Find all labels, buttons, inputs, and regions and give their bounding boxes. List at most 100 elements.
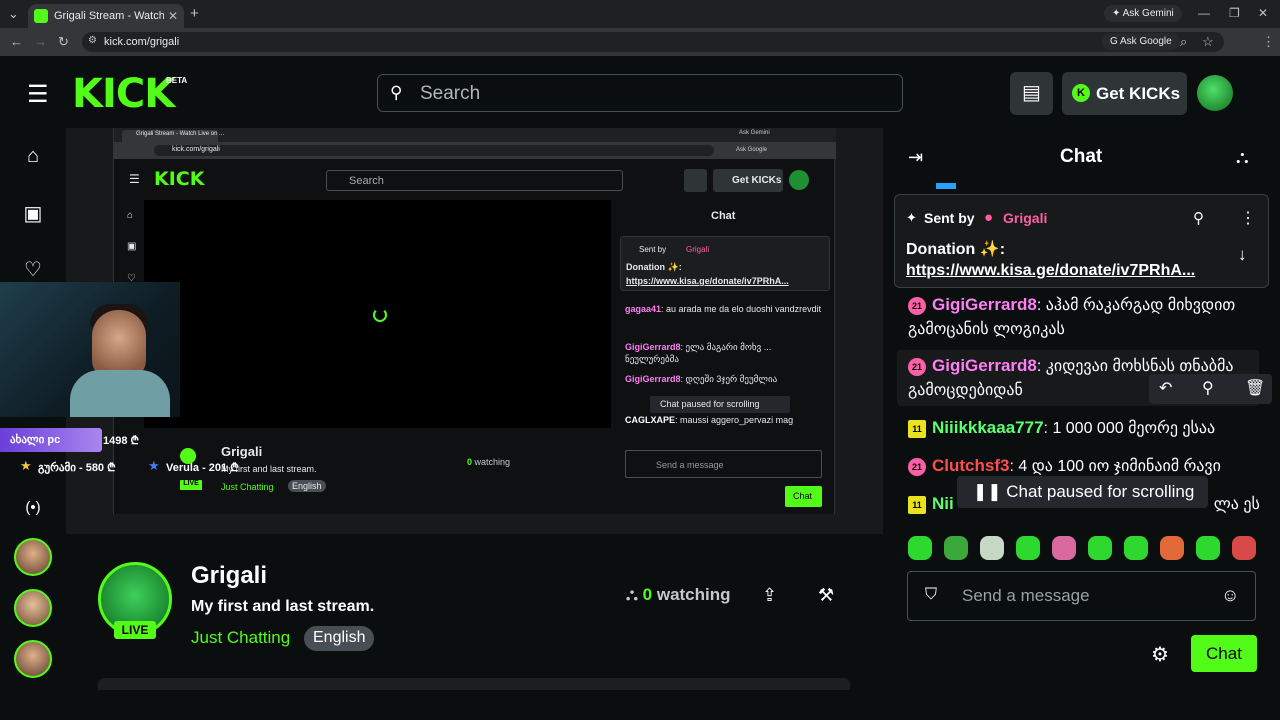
emote[interactable] — [980, 536, 1004, 560]
mini-store-button — [684, 169, 707, 192]
search-icon: ⚲ — [390, 83, 403, 102]
address-bar-row: ← → ↻ ⚙ kick.com/grigali G Ask Google ⌕ … — [0, 28, 1280, 77]
stream-category[interactable]: Just Chatting — [191, 628, 290, 648]
chat-username[interactable]: Niiikkkaaa777 — [932, 418, 1044, 437]
search-input[interactable]: ⚲ Search — [377, 74, 903, 112]
share-icon[interactable]: ⇪ — [762, 585, 777, 606]
partial-chat-badge — [936, 183, 956, 189]
shield-icon[interactable]: ⛉ — [925, 586, 937, 604]
send-chat-button[interactable]: Chat — [1191, 635, 1257, 672]
reload-icon[interactable]: ↻ — [58, 34, 69, 50]
chat-message-input[interactable]: ⛉ Send a message ☺ — [907, 571, 1256, 621]
url-field[interactable]: ⚙ kick.com/grigali — [82, 32, 1224, 52]
site-info-icon[interactable]: ⚙ — [88, 35, 97, 46]
mod-tools-icon[interactable]: ⚒ — [818, 585, 834, 606]
mini-paused-banner: Chat paused for scrolling — [650, 396, 790, 413]
streamer-name[interactable]: Grigali — [191, 562, 267, 590]
browse-icon[interactable]: ▣ — [22, 201, 44, 226]
ask-gemini-button[interactable]: ✦ Ask Gemini — [1104, 5, 1182, 22]
browser-menu-icon[interactable]: ⋮ — [1262, 34, 1275, 50]
following-heart-icon[interactable]: ♡ — [22, 257, 44, 282]
close-window-icon[interactable]: ✕ — [1258, 6, 1268, 20]
bookmark-star-icon[interactable]: ☆ — [1202, 34, 1214, 50]
emote[interactable] — [1052, 536, 1076, 560]
pinned-link[interactable]: https://www.kisa.ge/donate/iv7PRhA... — [906, 262, 1195, 280]
chat-username[interactable]: Clutchsf3 — [932, 456, 1009, 475]
pin-message-icon[interactable]: ⚲ — [1202, 378, 1214, 398]
ask-google-button[interactable]: G Ask Google — [1102, 33, 1180, 50]
expand-pinned-icon[interactable]: ↓ — [1238, 245, 1247, 265]
chat-title: Chat — [1060, 146, 1103, 167]
new-tab-icon[interactable]: + — [190, 5, 199, 22]
back-icon[interactable]: ← — [10, 34, 23, 49]
unpin-icon[interactable]: ⚲ — [1193, 209, 1204, 227]
followed-channel-avatar[interactable] — [14, 640, 52, 678]
viewer-count-label: watching — [656, 585, 731, 604]
emote[interactable] — [1124, 536, 1148, 560]
mini-get-kicks-label: Get KICKs — [732, 175, 782, 186]
pause-icon: ❚❚ — [973, 482, 1002, 501]
live-badge: LIVE — [114, 621, 156, 639]
home-icon[interactable]: ⌂ — [22, 145, 44, 168]
user-avatar[interactable] — [1197, 75, 1233, 111]
reply-icon[interactable]: ↶ — [1159, 378, 1172, 398]
mini-chat-title: Chat — [711, 210, 736, 222]
followed-channel-avatar[interactable] — [14, 538, 52, 576]
chat-message[interactable]: 11 Niiikkkaaa777: 1 000 000 მეორე ესაა — [908, 416, 1263, 441]
mini-chat-message: GigiGerrard8: ელა მაგარი მოხვ ... — [625, 342, 772, 352]
chat-paused-text: Chat paused for scrolling — [1006, 482, 1195, 501]
delete-icon[interactable]: 🗑 — [1245, 378, 1265, 398]
chat-settings-gear-icon[interactable]: ⚙ — [1151, 642, 1169, 667]
restore-icon[interactable]: ❐ — [1229, 6, 1240, 20]
mini-chat-button: Chat — [785, 486, 822, 507]
browser-tab[interactable]: Grigali Stream - Watch Live on K ✕ — [28, 4, 184, 28]
chat-username[interactable]: GigiGerrard8 — [932, 356, 1037, 375]
ask-gemini-label: Ask Gemini — [1122, 8, 1174, 19]
chat-paused-banner[interactable]: ❚❚ Chat paused for scrolling — [957, 476, 1208, 508]
zoom-icon[interactable]: ⌕ — [1180, 34, 1187, 50]
top-donor-star-icon: ★ — [148, 458, 160, 473]
chat-text: : 1 000 000 მეორე ესაა — [1043, 420, 1216, 437]
hamburger-menu-icon[interactable]: ☰ — [27, 80, 49, 109]
emoji-icon[interactable]: ☺ — [1221, 585, 1239, 606]
viewer-count: ⛬ 0 watching — [626, 585, 731, 605]
collapse-chat-icon[interactable]: ⇥ — [908, 147, 923, 168]
live-channels-icon[interactable]: (•) — [22, 499, 44, 516]
mini-sender: Grigali — [686, 245, 710, 254]
mini-donation-link: https://www.kisa.ge/donate/iv7PRhA... — [626, 276, 789, 286]
emote[interactable] — [1160, 536, 1184, 560]
stream-language-tag[interactable]: English — [304, 626, 375, 651]
chat-message[interactable]: 21 GigiGerrard8: აჰამ რაკარგად მიხვდით გა… — [908, 293, 1263, 342]
emote[interactable] — [1088, 536, 1112, 560]
chat-users-icon[interactable]: ⛬ — [1236, 147, 1249, 168]
emote[interactable] — [1016, 536, 1040, 560]
sub-badge: 21 — [908, 357, 926, 376]
kicks-coin-icon: K — [1072, 84, 1090, 102]
tab-close-icon[interactable]: ✕ — [168, 9, 178, 23]
get-kicks-button[interactable]: K Get KICKs — [1062, 72, 1187, 115]
emote[interactable] — [1196, 536, 1220, 560]
pinned-more-icon[interactable]: ⋮ — [1240, 208, 1256, 228]
mini-live-badge: LIVE — [180, 480, 202, 490]
sub-badge: 21 — [908, 457, 926, 476]
emote[interactable] — [1232, 536, 1256, 560]
tab-search-icon[interactable]: ⌄ — [8, 6, 19, 22]
store-button[interactable]: ▤ — [1010, 72, 1053, 115]
top-donor-1: გურამი - 580 ₾ — [38, 462, 116, 474]
emote[interactable] — [944, 536, 968, 560]
chat-username[interactable]: Nii — [932, 494, 954, 513]
forward-icon[interactable]: → — [34, 34, 47, 49]
kick-favicon-icon — [34, 9, 48, 23]
mini-tab-title: Grigali Stream - Watch Live on ... — [136, 131, 225, 137]
mini-streamer-name: Grigali — [221, 444, 263, 459]
minimize-icon[interactable]: — — [1198, 6, 1210, 20]
mini-chat-message: gagaa41: au arada me da elo duoshi vandz… — [625, 304, 822, 314]
viewer-count-value: 0 — [642, 585, 653, 604]
pinned-label: Donation ✨: — [906, 241, 1006, 258]
emote[interactable] — [908, 536, 932, 560]
chat-username[interactable]: GigiGerrard8 — [932, 295, 1037, 314]
kick-logo[interactable]: KICK — [72, 74, 175, 114]
tab-title: Grigali Stream - Watch Live on K — [54, 10, 164, 22]
followed-channel-avatar[interactable] — [14, 589, 52, 627]
pinned-message[interactable]: ✦ Sent by ● Grigali ⚲ ⋮ Donation ✨: http… — [894, 194, 1269, 288]
